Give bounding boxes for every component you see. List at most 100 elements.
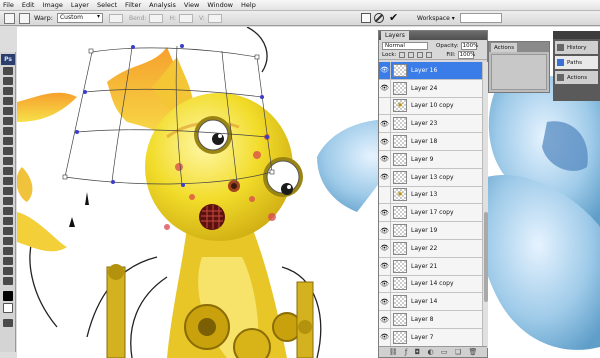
layer-row[interactable]: 👁 Layer 18 [379, 133, 482, 151]
shape-tool-icon[interactable] [2, 237, 13, 245]
layer-name[interactable]: Layer 7 [411, 334, 433, 341]
layer-row[interactable]: 👁 Layer 24 [379, 79, 482, 98]
path-select-tool-icon[interactable] [2, 227, 13, 235]
layer-row[interactable]: 👁 Layer 21 [379, 257, 482, 276]
visibility-eye-icon[interactable]: 👁 [379, 97, 391, 115]
layer-name[interactable]: Layer 21 [411, 263, 437, 270]
3d-orbit-tool-icon[interactable] [2, 257, 13, 265]
h-distortion-field[interactable] [178, 13, 193, 23]
marquee-tool-icon[interactable] [2, 77, 13, 85]
warp-orientation-icon[interactable] [108, 13, 123, 23]
delete-layer-icon[interactable]: 🗑 [468, 348, 477, 356]
visibility-eye-icon[interactable]: 👁 [379, 275, 391, 293]
layer-name[interactable]: Layer 23 [411, 120, 437, 127]
visibility-eye-icon[interactable]: 👁 [379, 133, 391, 151]
layer-row[interactable]: 👁 Layer 22 [379, 239, 482, 258]
visibility-eye-icon[interactable]: 👁 [379, 115, 391, 133]
lock-transparency-icon[interactable] [399, 52, 406, 58]
quick-mask-icon[interactable] [2, 319, 13, 327]
warp-mode-icon[interactable] [19, 12, 30, 24]
foreground-color-swatch[interactable] [2, 291, 13, 301]
layer-row[interactable]: 👁 Layer 14 copy [379, 275, 482, 294]
dock-item-actions[interactable]: Actions [555, 71, 598, 84]
new-layer-icon[interactable]: ❏ [455, 348, 461, 356]
layer-name[interactable]: Layer 16 [411, 67, 437, 74]
layer-row[interactable]: 👁 Layer 19 [379, 222, 482, 240]
healing-tool-icon[interactable] [2, 127, 13, 135]
lock-pixels-icon[interactable] [408, 52, 415, 58]
blend-mode-select[interactable]: Normal [382, 42, 428, 50]
visibility-eye-icon[interactable]: 👁 [379, 257, 391, 275]
layer-row[interactable]: 👁 Layer 14 [379, 293, 482, 312]
layer-name[interactable]: Layer 17 copy [411, 209, 454, 216]
menu-image[interactable]: Image [42, 1, 62, 9]
visibility-eye-icon[interactable]: 👁 [379, 186, 391, 204]
layer-name[interactable]: Layer 10 copy [411, 102, 454, 109]
3d-rotate-tool-icon[interactable] [2, 247, 13, 255]
dock-item-paths[interactable]: Paths [555, 56, 598, 69]
opacity-field[interactable]: 100% [460, 42, 478, 50]
menu-layer[interactable]: Layer [71, 1, 89, 9]
layer-name[interactable]: Layer 18 [411, 138, 437, 145]
layer-name[interactable]: Layer 9 [411, 156, 433, 163]
fill-field[interactable]: 100% [457, 51, 475, 59]
visibility-eye-icon[interactable]: 👁 [379, 150, 391, 168]
layer-row[interactable]: 👁 Layer 13 [379, 186, 482, 205]
layer-name[interactable]: Layer 19 [411, 227, 437, 234]
eyedropper-tool-icon[interactable] [2, 117, 13, 125]
type-tool-icon[interactable] [2, 217, 13, 225]
blur-tool-icon[interactable] [2, 187, 13, 195]
toggle-warp-transform-icon[interactable] [361, 13, 371, 23]
eraser-tool-icon[interactable] [2, 167, 13, 175]
lock-all-icon[interactable] [426, 52, 433, 58]
gradient-tool-icon[interactable] [2, 177, 13, 185]
layer-row[interactable]: 👁 Layer 10 copy [379, 97, 482, 116]
pen-tool-icon[interactable] [2, 207, 13, 215]
layer-name[interactable]: Layer 14 copy [411, 280, 454, 287]
warp-style-select[interactable]: Custom [56, 13, 103, 23]
background-color-swatch[interactable] [2, 303, 13, 313]
transform-tool-icon[interactable] [4, 12, 15, 24]
layer-row[interactable]: 👁 Layer 23 [379, 115, 482, 134]
layer-name[interactable]: Layer 14 [411, 298, 437, 305]
layer-style-icon[interactable]: ƒ [405, 348, 407, 356]
layers-scrollbar[interactable] [482, 62, 488, 348]
menu-file[interactable]: File [3, 1, 14, 9]
layers-scroll-thumb[interactable] [484, 212, 488, 302]
tab-layers[interactable]: Layers [381, 31, 409, 40]
visibility-eye-icon[interactable]: 👁 [379, 168, 391, 186]
layer-row[interactable]: 👁 Layer 9 [379, 150, 482, 169]
layer-name[interactable]: Layer 13 [411, 191, 437, 198]
visibility-eye-icon[interactable]: 👁 [379, 311, 391, 329]
menu-filter[interactable]: Filter [125, 1, 141, 9]
new-group-icon[interactable]: ▭ [441, 348, 448, 356]
lasso-tool-icon[interactable] [2, 87, 13, 95]
layer-row[interactable]: 👁 Layer 7 [379, 328, 482, 347]
crop-tool-icon[interactable] [2, 107, 13, 115]
layer-name[interactable]: Layer 24 [411, 85, 437, 92]
tab-actions[interactable]: Actions [491, 43, 518, 52]
layer-row[interactable]: 👁 Layer 8 [379, 311, 482, 329]
add-mask-icon[interactable]: ◘ [415, 348, 421, 356]
layer-row[interactable]: 👁 Layer 17 copy [379, 204, 482, 223]
layer-row[interactable]: 👁 Layer 16 [379, 62, 482, 80]
visibility-eye-icon[interactable]: 👁 [379, 222, 391, 240]
visibility-eye-icon[interactable]: 👁 [379, 239, 391, 257]
dock-header[interactable] [553, 31, 600, 39]
adjustment-layer-icon[interactable]: ◐ [428, 348, 434, 356]
visibility-eye-icon[interactable]: 👁 [379, 62, 391, 79]
menu-view[interactable]: View [184, 1, 199, 9]
workspace-button[interactable]: Workspace [413, 13, 457, 24]
zoom-tool-icon[interactable] [2, 277, 13, 285]
cancel-transform-icon[interactable] [374, 13, 384, 23]
visibility-eye-icon[interactable]: 👁 [379, 204, 391, 222]
layer-name[interactable]: Layer 22 [411, 245, 437, 252]
lock-position-icon[interactable] [417, 52, 424, 58]
search-field[interactable] [460, 13, 502, 23]
visibility-eye-icon[interactable]: 👁 [379, 328, 391, 346]
layer-name[interactable]: Layer 13 copy [411, 174, 454, 181]
layer-row[interactable]: 👁 Layer 13 copy [379, 168, 482, 187]
brush-tool-icon[interactable] [2, 137, 13, 145]
layer-name[interactable]: Layer 8 [411, 316, 433, 323]
history-brush-tool-icon[interactable] [2, 157, 13, 165]
